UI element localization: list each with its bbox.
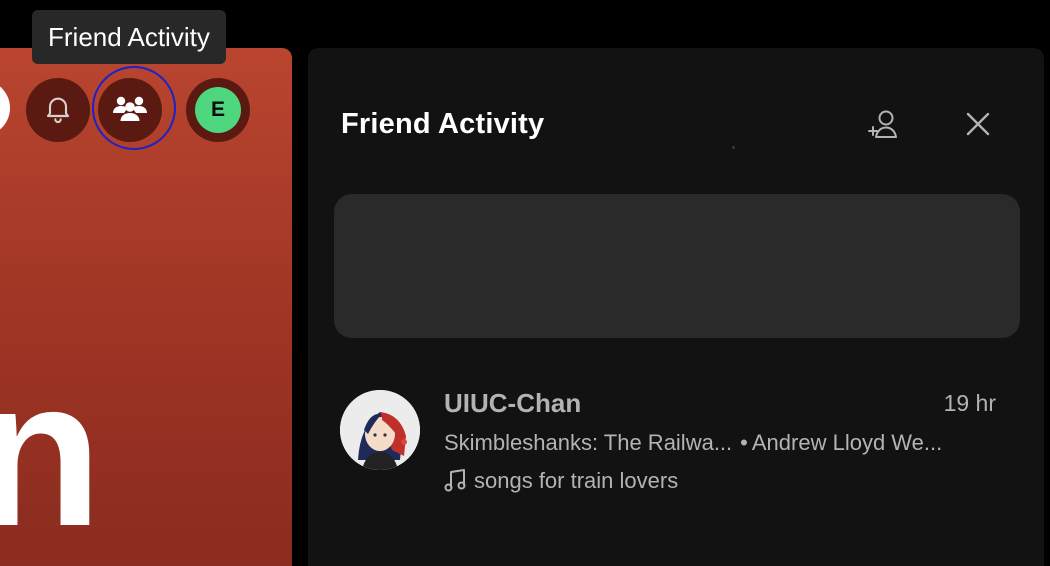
hero-banner: E n [0,48,292,566]
hero-heading: n [0,335,103,566]
playlist-link[interactable]: songs for train lovers [444,468,678,494]
friend-name[interactable]: UIUC-Chan [444,388,581,419]
friend-activity-item[interactable]: UIUC-Chan 19 hr Skimbleshanks: The Railw… [340,388,1000,498]
bell-icon [42,92,74,129]
close-button[interactable] [960,108,996,144]
track-line: Skimbleshanks: The Railwa... • Andrew Lloy… [444,430,1004,456]
notifications-button[interactable] [26,78,90,142]
friend-activity-icon [111,93,149,128]
partial-button[interactable] [0,80,10,136]
artist-link[interactable]: Andrew Lloyd We... [752,430,942,456]
friend-activity-panel: Friend Activity UIUC-Chan 19 hr Skimbles… [308,48,1044,566]
decorative-dot [732,146,735,149]
add-friend-button[interactable] [864,106,904,146]
app-root: E n Friend Activity Friend Activity UIUC… [0,0,1050,566]
track-title-link[interactable]: Skimbleshanks: The Railwa... [444,430,732,456]
panel-title: Friend Activity [341,108,545,140]
friend-activity-tooltip: Friend Activity [32,10,226,64]
avatar: E [195,87,241,133]
friend-activity-button[interactable] [98,78,162,142]
activity-time: 19 hr [943,390,996,416]
separator: • [740,430,748,455]
playlist-name[interactable]: songs for train lovers [474,468,678,494]
loading-placeholder-card [334,194,1020,338]
close-icon [965,111,991,142]
friend-avatar[interactable] [340,390,420,470]
profile-button[interactable]: E [186,78,250,142]
music-note-icon [444,469,466,493]
add-friend-icon [866,106,902,147]
